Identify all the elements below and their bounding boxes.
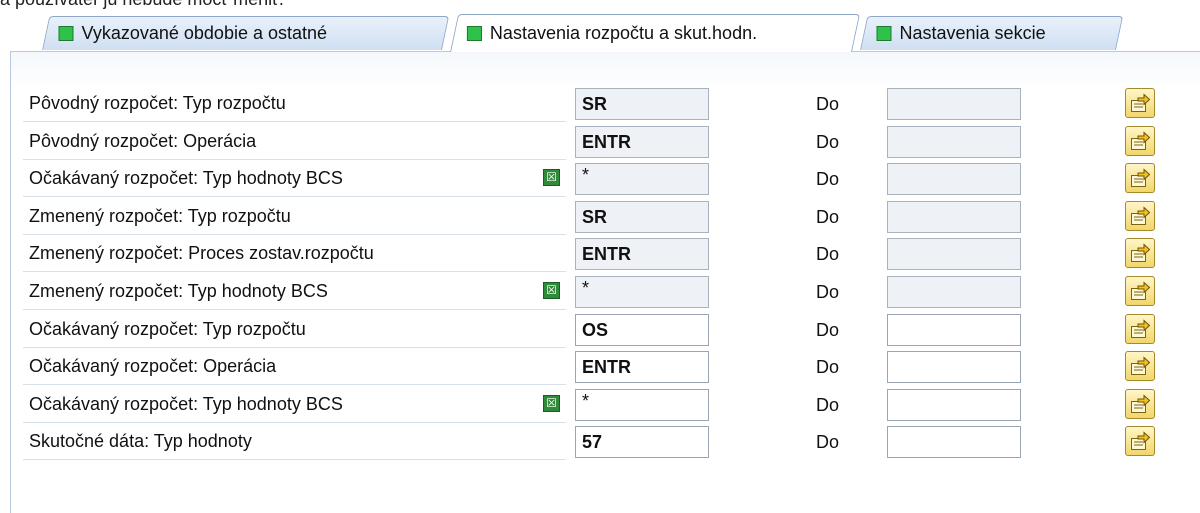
- to-label: Do: [816, 357, 840, 378]
- from-value-field[interactable]: *: [575, 276, 709, 308]
- multiple-selection-arrow-button[interactable]: [1125, 426, 1155, 457]
- selection-row: Očakávaný rozpočet: Typ rozpočtu OS Do: [11, 311, 1200, 348]
- row-label: Očakávaný rozpočet: Typ hodnoty BCS: [29, 168, 343, 189]
- to-label: Do: [816, 432, 840, 453]
- to-label: Do: [816, 94, 840, 114]
- multiple-selection-arrow-button[interactable]: [1125, 88, 1155, 118]
- from-value-field[interactable]: 57: [575, 426, 709, 459]
- multiple-selection-arrow-icon: [1131, 206, 1151, 225]
- tab-panel: Pôvodný rozpočet: Typ rozpočtu SR Do Pôvodn…: [10, 51, 1200, 513]
- multiple-selection-arrow-button[interactable]: [1125, 200, 1155, 231]
- row-label: Očakávaný rozpočet: Operácia: [29, 356, 277, 377]
- selection-row: Očakávaný rozpočet: Typ hodnoty BCS ☒ * Do: [11, 160, 1200, 198]
- multiple-selection-arrow-icon: [1131, 431, 1151, 451]
- multiple-selection-arrow-button[interactable]: [1125, 388, 1155, 419]
- tab-label: Vykazované obdobie a ostatné: [81, 23, 328, 43]
- to-label: Do: [816, 206, 840, 227]
- multiple-selection-icon[interactable]: ☒: [543, 169, 560, 187]
- to-label: Do: [816, 244, 840, 265]
- row-label: Pôvodný rozpočet: Typ rozpočtu: [29, 93, 286, 113]
- to-value-field[interactable]: [887, 351, 1021, 384]
- from-value-field[interactable]: ENTR: [575, 238, 709, 271]
- from-value-field[interactable]: *: [575, 388, 709, 421]
- to-label: Do: [816, 394, 840, 415]
- row-label: Zmenený rozpočet: Typ rozpočtu: [29, 205, 291, 226]
- row-divider: [23, 459, 566, 461]
- from-value-field[interactable]: ENTR: [575, 125, 709, 158]
- multiple-selection-arrow-icon: [1131, 168, 1151, 188]
- tab-budget-settings[interactable]: Nastavenia rozpočtu a skut.hodn.: [450, 14, 861, 52]
- multiple-selection-arrow-button[interactable]: [1125, 125, 1155, 156]
- to-label: Do: [816, 319, 840, 340]
- from-value-field[interactable]: OS: [575, 313, 709, 346]
- to-value-field[interactable]: [887, 163, 1021, 196]
- selection-row: Očakávaný rozpočet: Typ hodnoty BCS ☒ * Do: [11, 386, 1200, 423]
- green-status-icon: [466, 26, 482, 41]
- selection-row: Pôvodný rozpočet: Typ rozpočtu SR Do: [11, 85, 1200, 122]
- multiple-selection-arrow-icon: [1131, 93, 1151, 112]
- green-status-icon: [876, 26, 892, 41]
- from-value-field[interactable]: ENTR: [575, 351, 709, 384]
- tab-reporting-period[interactable]: Vykazované obdobie a ostatné: [42, 16, 450, 50]
- row-label: Zmenený rozpočet: Typ hodnoty BCS: [29, 281, 328, 301]
- to-value-field[interactable]: [887, 200, 1021, 233]
- selection-row: Skutočné dáta: Typ hodnoty 57 Do: [11, 423, 1200, 461]
- green-status-icon: [58, 26, 74, 41]
- top-clipped-text: a používateľ ju nebude môcť meniť.: [0, 0, 700, 10]
- tab-label: Nastavenia sekcie: [899, 23, 1046, 43]
- multiple-selection-arrow-button[interactable]: [1125, 276, 1155, 306]
- multiple-selection-arrow-icon: [1131, 318, 1151, 338]
- to-value-field[interactable]: [887, 426, 1021, 459]
- from-value-field[interactable]: SR: [575, 200, 709, 233]
- row-label: Skutočné dáta: Typ hodnoty: [29, 431, 252, 452]
- row-label: Pôvodný rozpočet: Operácia: [29, 130, 257, 151]
- multiple-selection-arrow-icon: [1131, 394, 1151, 413]
- selection-row: Zmenený rozpočet: Typ hodnoty BCS ☒ * Do: [11, 273, 1200, 310]
- selection-row: Zmenený rozpočet: Proces zostav.rozpočtu…: [11, 235, 1200, 273]
- to-label: Do: [816, 131, 840, 152]
- row-label: Očakávaný rozpočet: Typ hodnoty BCS: [29, 393, 343, 414]
- to-value-field[interactable]: [887, 388, 1021, 421]
- tab-label: Nastavenia rozpočtu a skut.hodn.: [489, 23, 758, 43]
- multiple-selection-arrow-button[interactable]: [1125, 238, 1155, 269]
- tab-section-settings[interactable]: Nastavenia sekcie: [860, 16, 1124, 50]
- multiple-selection-arrow-icon: [1131, 281, 1151, 300]
- to-value-field[interactable]: [887, 88, 1021, 120]
- multiple-selection-arrow-icon: [1131, 356, 1151, 376]
- row-label: Zmenený rozpočet: Proces zostav.rozpočtu: [29, 243, 374, 264]
- to-label: Do: [816, 282, 840, 302]
- from-value-field[interactable]: SR: [575, 88, 709, 120]
- multiple-selection-arrow-button[interactable]: [1125, 163, 1155, 194]
- multiple-selection-arrow-icon: [1131, 243, 1151, 263]
- to-label: Do: [816, 169, 840, 190]
- to-value-field[interactable]: [887, 125, 1021, 158]
- selection-row: Zmenený rozpočet: Typ rozpočtu SR Do: [11, 198, 1200, 235]
- to-value-field[interactable]: [887, 238, 1021, 271]
- from-value-field[interactable]: *: [575, 163, 709, 196]
- row-label: Očakávaný rozpočet: Typ rozpočtu: [29, 318, 306, 339]
- multiple-selection-icon[interactable]: ☒: [543, 394, 560, 412]
- multiple-selection-arrow-icon: [1131, 130, 1151, 150]
- to-value-field[interactable]: [887, 313, 1021, 346]
- selection-row: Očakávaný rozpočet: Operácia ENTR Do: [11, 348, 1200, 386]
- multiple-selection-arrow-button[interactable]: [1125, 351, 1155, 382]
- to-value-field[interactable]: [887, 276, 1021, 308]
- selection-row: Pôvodný rozpočet: Operácia ENTR Do: [11, 123, 1200, 160]
- multiple-selection-arrow-button[interactable]: [1125, 313, 1155, 344]
- multiple-selection-icon[interactable]: ☒: [543, 282, 560, 299]
